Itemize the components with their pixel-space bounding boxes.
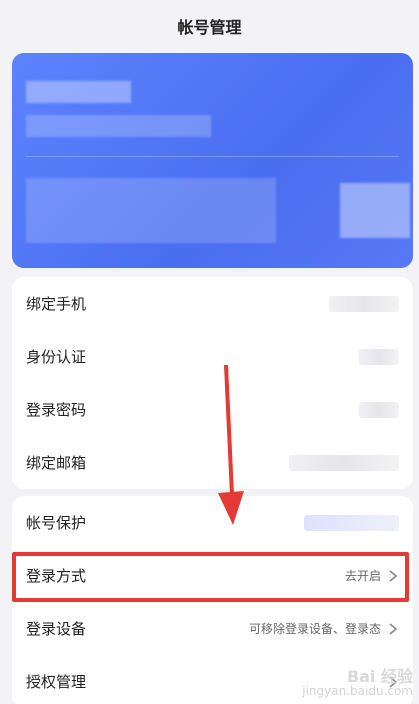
- masked-password-value: [359, 401, 399, 418]
- row-login-method[interactable]: 登录方式 去开启: [12, 549, 413, 602]
- blurred-account-info: [26, 178, 276, 243]
- arrow-down-icon: [218, 365, 244, 525]
- blurred-account-id: [26, 115, 211, 137]
- watermark-url: jingyan.baidu.com: [302, 684, 413, 698]
- chevron-right-icon: [389, 569, 398, 582]
- top-bar: 帐号管理: [0, 0, 419, 52]
- row-label: 登录方式: [26, 567, 87, 585]
- row-label: 绑定手机: [26, 295, 87, 313]
- row-bind-phone[interactable]: 绑定手机: [12, 277, 413, 330]
- card-divider: [26, 156, 399, 157]
- row-label: 帐号保护: [26, 514, 87, 532]
- row-label: 身份认证: [26, 348, 87, 366]
- masked-identity-value: [359, 348, 399, 365]
- chevron-right-icon: [389, 622, 398, 635]
- row-label: 授权管理: [26, 673, 87, 691]
- masked-phone-value: [329, 295, 399, 312]
- row-value: 去开启: [344, 569, 381, 583]
- watermark: Bai 经验 jingyan.baidu.com: [302, 667, 413, 699]
- row-label: 登录密码: [26, 401, 87, 419]
- account-card[interactable]: [12, 53, 413, 268]
- row-label: 登录设备: [26, 620, 87, 638]
- blurred-account-name: [26, 81, 131, 103]
- blurred-account-badge: [340, 183, 410, 238]
- masked-email-value: [289, 454, 399, 471]
- row-value: 可移除登录设备、登录态: [248, 622, 381, 636]
- watermark-logo: Bai 经验: [346, 667, 413, 686]
- masked-protection-value: [304, 514, 399, 531]
- row-login-devices[interactable]: 登录设备 可移除登录设备、登录态: [12, 602, 413, 655]
- page-title: 帐号管理: [177, 18, 242, 37]
- row-label: 绑定邮箱: [26, 454, 87, 472]
